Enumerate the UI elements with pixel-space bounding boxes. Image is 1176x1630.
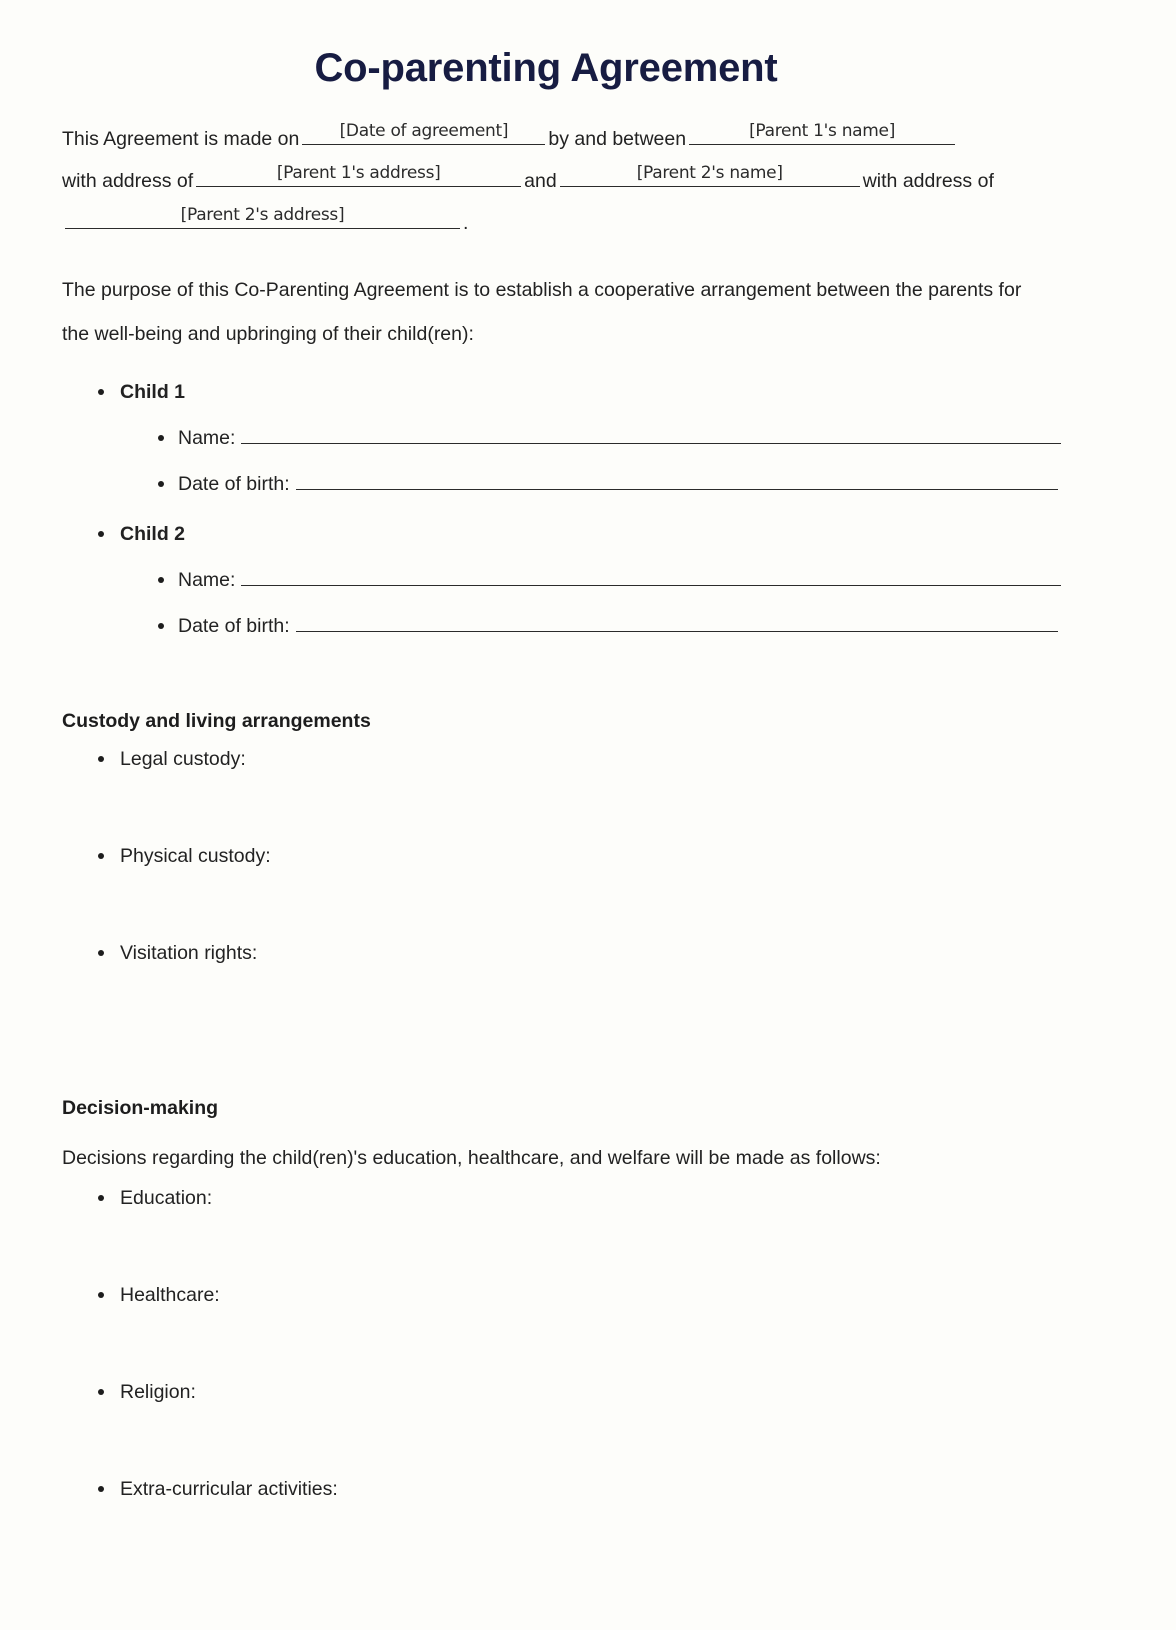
child-1-dob-label: Date of birth: [178,472,290,495]
intro-lead-text: This Agreement is made on [62,128,300,150]
child-1-label: Child 1 [120,380,186,403]
decision-item-extracurricular[interactable]: Extra-curricular activities: [96,1474,1030,1571]
child-1-name-input-line[interactable] [241,423,1062,444]
decision-item-healthcare[interactable]: Healthcare: [96,1280,1030,1377]
parent2-address-placeholder: [Parent 2's address] [180,205,345,225]
decision-section-paragraph: Decisions regarding the child(ren)'s edu… [62,1146,881,1169]
parent2-address-field[interactable]: [Parent 2's address] [65,202,460,229]
child-1-name-row: Name: [156,422,1062,454]
child-2-dob-input-line[interactable] [295,611,1058,632]
custody-item-visitation-label: Visitation rights: [120,941,258,964]
decision-item-education[interactable]: Education: [96,1183,1030,1280]
children-list: Child 1 Name: Date of birth: Child 2 Nam… [62,376,1062,642]
decision-item-religion-label: Religion: [120,1380,196,1403]
child-1-dob-input-line[interactable] [295,469,1058,490]
custody-section-heading: Custody and living arrangements [62,709,371,732]
decision-item-extracurricular-label: Extra-curricular activities: [120,1477,338,1500]
child-1-dob-row: Date of birth: [156,468,1058,500]
parent2-name-field[interactable]: [Parent 2's name] [559,160,860,187]
child-2-name-label: Name: [178,568,236,591]
child-1-name-label: Name: [178,426,236,449]
intro-period: . [463,212,469,234]
agreement-intro-paragraph: This Agreement is made on [Date of agreem… [62,118,1030,244]
custody-items-list: Legal custody: Physical custody: Visitat… [62,744,1030,1035]
child-2-fields: Name: Date of birth: [120,564,1062,642]
document-page: Co-parenting Agreement This Agreement is… [0,0,1176,1630]
child-1-fields: Name: Date of birth: [120,422,1062,500]
child-2-dob-label: Date of birth: [178,614,290,637]
purpose-paragraph: The purpose of this Co-Parenting Agreeme… [62,279,1022,345]
parent1-name-placeholder: [Parent 1's name] [749,121,896,141]
custody-item-physical[interactable]: Physical custody: [96,841,1030,938]
parent2-name-placeholder: [Parent 2's name] [636,163,783,183]
child-2-name-input-line[interactable] [241,565,1062,586]
child-2-name-row: Name: [156,564,1062,596]
child-2-label: Child 2 [120,522,186,545]
intro-with-text: with [862,170,898,192]
date-of-agreement-field[interactable]: [Date of agreement] [302,118,546,145]
intro-and-text: and [524,170,557,192]
intro-with-address-text: with address of [62,170,194,192]
parent1-name-field[interactable]: [Parent 1's name] [689,118,956,145]
decision-section-heading: Decision-making [62,1096,219,1119]
decision-item-healthcare-label: Healthcare: [120,1283,220,1306]
custody-item-legal-label: Legal custody: [120,747,246,770]
decision-item-religion[interactable]: Religion: [96,1377,1030,1474]
date-of-agreement-placeholder: [Date of agreement] [339,121,509,141]
child-1-heading: Child 1 Name: Date of birth: [96,376,1062,500]
decision-items-list: Education: Healthcare: Religion: Extra-c… [62,1183,1030,1571]
child-2-heading: Child 2 Name: Date of birth: [96,518,1062,642]
intro-between-text: by and between [548,128,687,150]
custody-item-physical-label: Physical custody: [120,844,271,867]
custody-item-legal[interactable]: Legal custody: [96,744,1030,841]
document-body: Co-parenting Agreement This Agreement is… [62,0,1062,1571]
parent1-address-placeholder: [Parent 1's address] [276,163,441,183]
intro-address-of-text: address of [902,170,994,192]
custody-item-visitation[interactable]: Visitation rights: [96,938,1030,1035]
child-2-dob-row: Date of birth: [156,610,1058,642]
decision-item-education-label: Education: [120,1186,213,1209]
parent1-address-field[interactable]: [Parent 1's address] [196,160,522,187]
page-title: Co-parenting Agreement [314,46,778,90]
